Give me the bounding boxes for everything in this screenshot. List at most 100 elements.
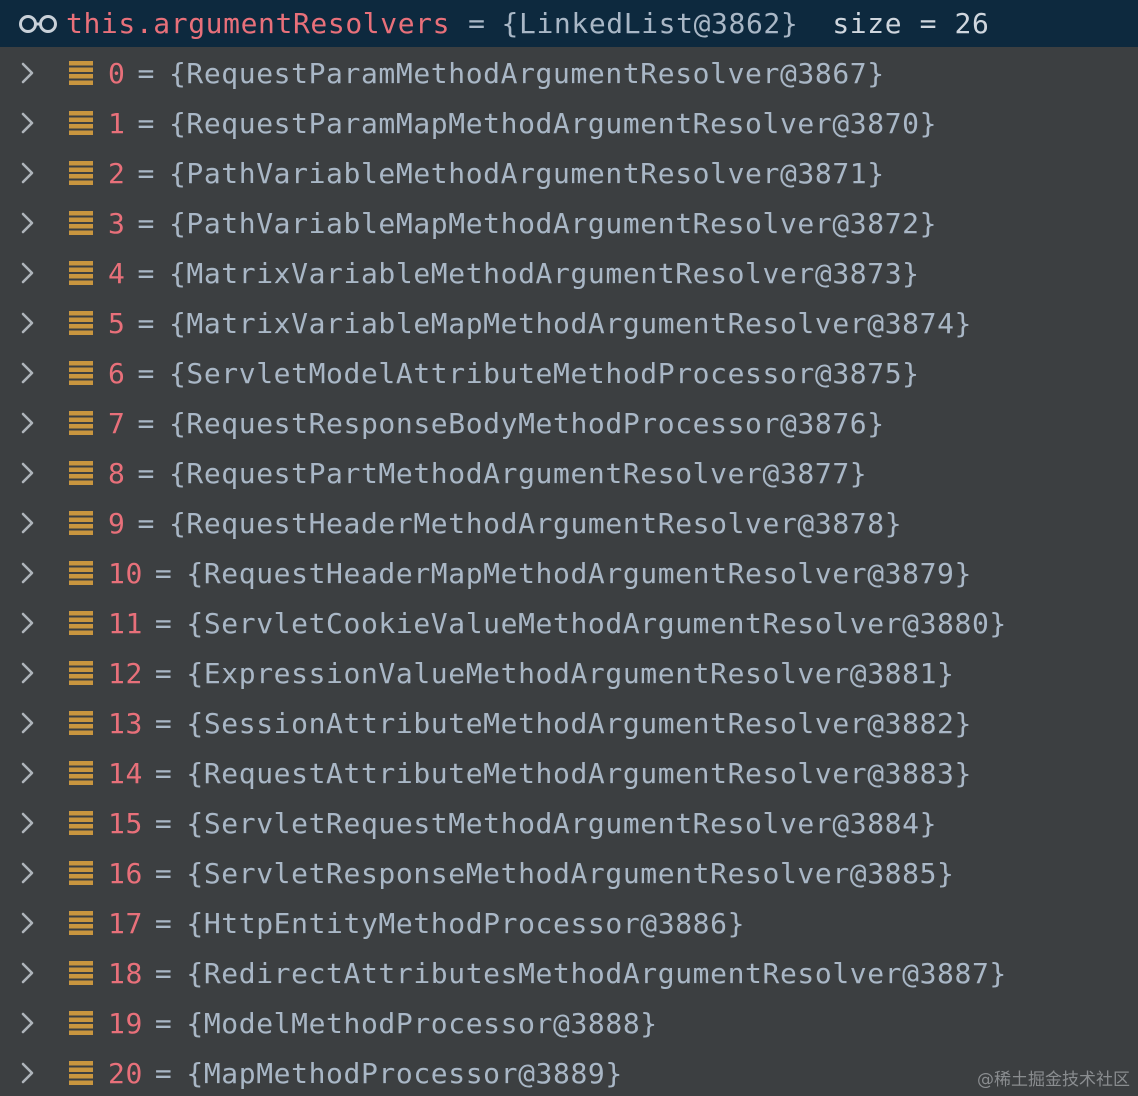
item-index: 0 bbox=[108, 56, 126, 90]
list-item[interactable]: 7 = {RequestResponseBodyMethodProcessor@38… bbox=[0, 398, 1138, 448]
field-icon bbox=[69, 611, 93, 635]
list-items: 0 = {RequestParamMethodArgumentResolver@38… bbox=[0, 48, 1138, 1096]
item-value: {RequestAttributeMethodArgumentResolver@… bbox=[186, 756, 972, 790]
item-value: {ServletResponseMethodArgumentResolver@3… bbox=[186, 856, 955, 890]
item-equals: = bbox=[137, 156, 155, 190]
field-icon bbox=[69, 111, 93, 135]
chevron-right-icon[interactable] bbox=[18, 410, 38, 436]
chevron-right-icon[interactable] bbox=[18, 460, 38, 486]
field-icon bbox=[69, 461, 93, 485]
chevron-right-icon[interactable] bbox=[18, 260, 38, 286]
item-value: {RequestParamMapMethodArgumentResolver@3… bbox=[168, 106, 938, 140]
item-index: 16 bbox=[108, 856, 143, 890]
list-item[interactable]: 15 = {ServletRequestMethodArgumentResolver… bbox=[0, 798, 1138, 848]
list-item[interactable]: 5 = {MatrixVariableMapMethodArgumentResolv… bbox=[0, 298, 1138, 348]
item-value: {MapMethodProcessor@3889} bbox=[186, 1056, 623, 1090]
chevron-right-icon[interactable] bbox=[18, 60, 38, 86]
field-icon bbox=[69, 511, 93, 535]
item-equals: = bbox=[154, 706, 173, 740]
chevron-right-icon[interactable] bbox=[18, 110, 38, 136]
chevron-right-icon[interactable] bbox=[18, 960, 38, 986]
field-icon bbox=[69, 961, 93, 985]
chevron-right-icon[interactable] bbox=[18, 160, 38, 186]
item-equals: = bbox=[137, 306, 155, 340]
list-item[interactable]: 3 = {PathVariableMapMethodArgumentResolver… bbox=[0, 198, 1138, 248]
watermark: @稀土掘金技术社区 bbox=[977, 1070, 1130, 1090]
field-icon bbox=[69, 811, 93, 835]
list-item[interactable]: 8 = {RequestPartMethodArgumentResolver@387… bbox=[0, 448, 1138, 498]
item-value: {RequestHeaderMapMethodArgumentResolver@… bbox=[186, 556, 972, 590]
list-item[interactable]: 4 = {MatrixVariableMethodArgumentResolver@… bbox=[0, 248, 1138, 298]
field-icon bbox=[69, 1011, 93, 1035]
item-value: {ModelMethodProcessor@3888} bbox=[186, 1006, 658, 1040]
chevron-right-icon[interactable] bbox=[18, 610, 38, 636]
list-item[interactable]: 0 = {RequestParamMethodArgumentResolver@38… bbox=[0, 48, 1138, 98]
item-index: 18 bbox=[108, 956, 143, 990]
item-index: 8 bbox=[108, 456, 126, 490]
chevron-right-icon[interactable] bbox=[18, 660, 38, 686]
field-icon bbox=[69, 411, 93, 435]
item-index: 7 bbox=[108, 406, 126, 440]
item-index: 1 bbox=[108, 106, 126, 140]
list-item[interactable]: 16 = {ServletResponseMethodArgumentResolve… bbox=[0, 848, 1138, 898]
item-equals: = bbox=[154, 556, 173, 590]
list-item[interactable]: 6 = {ServletModelAttributeMethodProcessor@… bbox=[0, 348, 1138, 398]
chevron-right-icon[interactable] bbox=[18, 810, 38, 836]
list-item[interactable]: 19 = {ModelMethodProcessor@3888} bbox=[0, 998, 1138, 1048]
item-index: 9 bbox=[108, 506, 126, 540]
item-equals: = bbox=[154, 906, 173, 940]
item-value: {PathVariableMethodArgumentResolver@3871… bbox=[168, 156, 885, 190]
list-item[interactable]: 11 = {ServletCookieValueMethodArgumentReso… bbox=[0, 598, 1138, 648]
chevron-right-icon[interactable] bbox=[18, 860, 38, 886]
chevron-right-icon[interactable] bbox=[18, 760, 38, 786]
item-index: 3 bbox=[108, 206, 126, 240]
item-value: {ServletCookieValueMethodArgumentResolve… bbox=[186, 606, 1007, 640]
field-icon bbox=[69, 361, 93, 385]
list-item[interactable]: 12 = {ExpressionValueMethodArgumentResolve… bbox=[0, 648, 1138, 698]
watch-header-row[interactable]: this.argumentResolvers = {LinkedList@386… bbox=[0, 0, 1138, 47]
item-index: 2 bbox=[108, 156, 126, 190]
item-equals: = bbox=[137, 406, 155, 440]
chevron-right-icon[interactable] bbox=[18, 1010, 38, 1036]
item-value: {ServletModelAttributeMethodProcessor@38… bbox=[168, 356, 920, 390]
item-value: {ExpressionValueMethodArgumentResolver@3… bbox=[186, 656, 955, 690]
item-index: 13 bbox=[108, 706, 143, 740]
list-item[interactable]: 9 = {RequestHeaderMethodArgumentResolver@3… bbox=[0, 498, 1138, 548]
chevron-right-icon[interactable] bbox=[18, 910, 38, 936]
chevron-right-icon[interactable] bbox=[18, 1060, 38, 1086]
watch-variable-name: this.argumentResolvers bbox=[66, 7, 451, 40]
field-icon bbox=[69, 711, 93, 735]
chevron-right-icon[interactable] bbox=[18, 510, 38, 536]
list-item[interactable]: 10 = {RequestHeaderMapMethodArgumentResolv… bbox=[0, 548, 1138, 598]
list-item[interactable]: 14 = {RequestAttributeMethodArgumentResolv… bbox=[0, 748, 1138, 798]
item-equals: = bbox=[137, 356, 155, 390]
item-index: 4 bbox=[108, 256, 126, 290]
watch-icon bbox=[19, 14, 57, 33]
list-item[interactable]: 20 = {MapMethodProcessor@3889} bbox=[0, 1048, 1138, 1096]
item-index: 14 bbox=[108, 756, 143, 790]
chevron-right-icon[interactable] bbox=[18, 560, 38, 586]
chevron-right-icon[interactable] bbox=[18, 360, 38, 386]
chevron-right-icon[interactable] bbox=[18, 210, 38, 236]
list-item[interactable]: 1 = {RequestParamMapMethodArgumentResolver… bbox=[0, 98, 1138, 148]
chevron-right-icon[interactable] bbox=[18, 710, 38, 736]
item-value: {MatrixVariableMethodArgumentResolver@38… bbox=[168, 256, 920, 290]
item-equals: = bbox=[154, 1056, 173, 1090]
item-index: 6 bbox=[108, 356, 126, 390]
item-equals: = bbox=[154, 656, 173, 690]
chevron-right-icon[interactable] bbox=[18, 310, 38, 336]
item-equals: = bbox=[137, 456, 155, 490]
list-item[interactable]: 18 = {RedirectAttributesMethodArgumentReso… bbox=[0, 948, 1138, 998]
item-index: 20 bbox=[108, 1056, 143, 1090]
list-item[interactable]: 17 = {HttpEntityMethodProcessor@3886} bbox=[0, 898, 1138, 948]
field-icon bbox=[69, 1061, 93, 1085]
field-icon bbox=[69, 161, 93, 185]
field-icon bbox=[69, 661, 93, 685]
list-item[interactable]: 2 = {PathVariableMethodArgumentResolver@38… bbox=[0, 148, 1138, 198]
item-value: {RequestParamMethodArgumentResolver@3867… bbox=[168, 56, 885, 90]
item-value: {RedirectAttributesMethodArgumentResolve… bbox=[186, 956, 1007, 990]
watch-value: {LinkedList@3862} bbox=[501, 7, 799, 40]
item-index: 17 bbox=[108, 906, 143, 940]
list-item[interactable]: 13 = {SessionAttributeMethodArgumentResolv… bbox=[0, 698, 1138, 748]
item-index: 10 bbox=[108, 556, 143, 590]
